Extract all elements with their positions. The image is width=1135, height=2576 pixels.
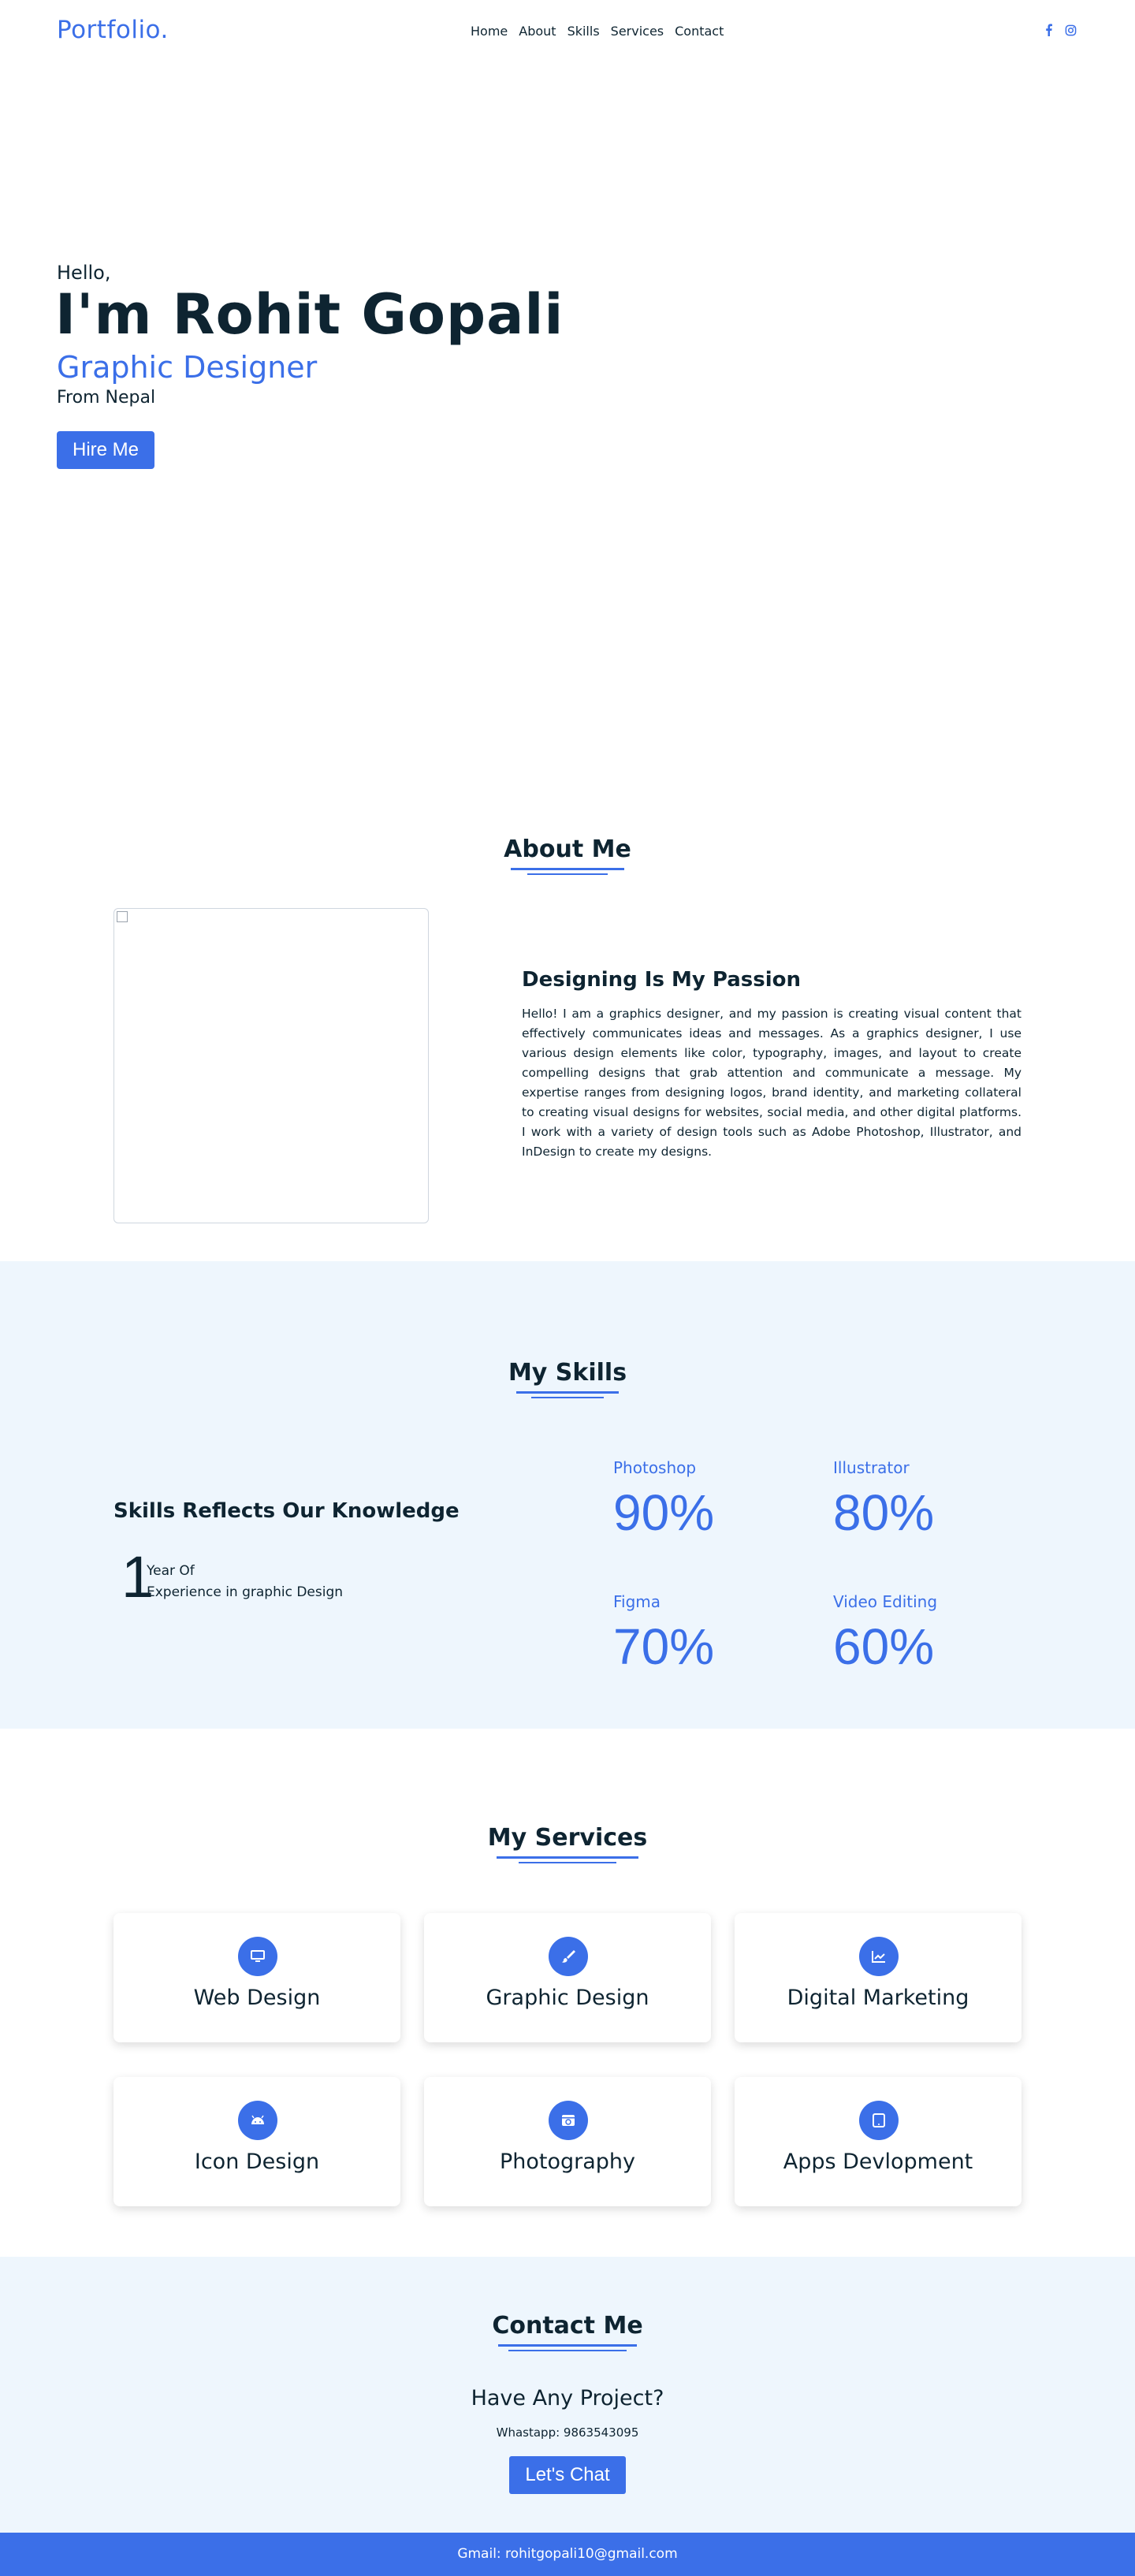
- hero-greeting: Hello,: [57, 262, 111, 284]
- nav-link-skills[interactable]: Skills: [568, 24, 600, 39]
- skill-percent: 70%: [613, 1618, 715, 1675]
- nav-menu: Home About Skills Services Contact: [471, 24, 724, 39]
- service-label: Photography: [499, 2150, 636, 2174]
- skill-item: Illustrator 80%: [833, 1458, 934, 1542]
- service-card-apps-development[interactable]: Apps Devlopment: [735, 2077, 1022, 2206]
- chart-line-icon: [859, 1937, 899, 1976]
- social-links: [1042, 23, 1077, 37]
- facebook-icon[interactable]: [1042, 23, 1055, 37]
- skill-name: Figma: [613, 1592, 661, 1611]
- about-heading: Designing Is My Passion: [522, 968, 802, 992]
- footer-email[interactable]: Gmail: rohitgopali10@gmail.com: [457, 2546, 677, 2562]
- title-underline: [511, 868, 624, 870]
- nav-link-contact[interactable]: Contact: [675, 24, 724, 39]
- experience-line-2: Experience in graphic Design: [147, 1584, 344, 1600]
- service-label: Icon Design: [194, 2150, 320, 2174]
- services-section: My Services Web Design Graphic Design Di…: [0, 1729, 1135, 2257]
- service-label: Web Design: [193, 1986, 321, 2010]
- skill-name: Video Editing: [833, 1592, 938, 1611]
- service-card-digital-marketing[interactable]: Digital Marketing: [735, 1913, 1022, 2042]
- nav-link-about[interactable]: About: [519, 24, 556, 39]
- experience-line-1: Year Of: [147, 1563, 195, 1579]
- contact-title-wrap: Contact Me: [0, 2312, 1135, 2351]
- contact-title: Contact Me: [492, 2312, 643, 2340]
- skill-name: Illustrator: [833, 1458, 910, 1477]
- title-underline-short: [508, 2350, 627, 2351]
- site-logo[interactable]: Portfolio.: [57, 16, 169, 44]
- nav-link-home[interactable]: Home: [471, 24, 508, 39]
- service-card-icon-design[interactable]: Icon Design: [114, 2077, 400, 2206]
- about-description: Hello! I am a graphics designer, and my …: [522, 1007, 1022, 1159]
- title-underline: [516, 1391, 619, 1394]
- tablet-icon: [859, 2101, 899, 2140]
- instagram-icon[interactable]: [1064, 23, 1077, 37]
- title-underline: [498, 2344, 637, 2347]
- skill-item: Video Editing 60%: [833, 1592, 937, 1676]
- skill-name: Photoshop: [613, 1458, 697, 1477]
- hero-section: Hello, I'm Rohit Gopali Graphic Designer…: [0, 63, 1135, 747]
- profile-image: [114, 908, 429, 1223]
- nav-link-services[interactable]: Services: [611, 24, 664, 39]
- services-title-wrap: My Services: [0, 1824, 1135, 1863]
- service-label: Graphic Design: [486, 1986, 649, 2010]
- skills-section: My Skills Skills Reflects Our Knowledge …: [0, 1261, 1135, 1729]
- service-card-photography[interactable]: Photography: [424, 2077, 711, 2206]
- lets-chat-button[interactable]: Let's Chat: [509, 2456, 626, 2494]
- skills-title: My Skills: [508, 1359, 627, 1387]
- camera-icon: [549, 2101, 588, 2140]
- skill-item: Photoshop 90%: [613, 1458, 714, 1542]
- android-icon: [238, 2101, 277, 2140]
- experience-text: Year Of Experience in graphic Design: [147, 1561, 343, 1603]
- service-label: Digital Marketing: [787, 1986, 969, 2010]
- about-section: About Me Designing Is My Passion Hello! …: [0, 747, 1135, 1261]
- navbar: Portfolio. Home About Skills Services Co…: [0, 0, 1135, 63]
- hero-name: I'm Rohit Gopali: [55, 282, 564, 347]
- title-underline-short: [531, 1397, 604, 1398]
- paintbrush-icon: [549, 1937, 588, 1976]
- footer: Gmail: rohitgopali10@gmail.com: [0, 2533, 1135, 2576]
- skill-percent: 90%: [613, 1484, 715, 1541]
- title-underline-short: [519, 1862, 616, 1863]
- about-title: About Me: [504, 836, 631, 863]
- skill-percent: 80%: [833, 1484, 935, 1541]
- services-title: My Services: [487, 1824, 648, 1852]
- hire-me-button[interactable]: Hire Me: [57, 431, 154, 469]
- broken-image-icon: [117, 911, 128, 922]
- contact-section: Contact Me Have Any Project? Whastapp: 9…: [0, 2257, 1135, 2533]
- contact-heading: Have Any Project?: [471, 2386, 664, 2410]
- title-underline: [497, 1856, 638, 1859]
- skills-title-wrap: My Skills: [0, 1359, 1135, 1398]
- skills-heading: Skills Reflects Our Knowledge: [114, 1499, 460, 1523]
- skill-percent: 60%: [833, 1618, 935, 1675]
- service-card-web-design[interactable]: Web Design: [114, 1913, 400, 2042]
- hero-role: Graphic Designer: [57, 350, 318, 385]
- hero-location: From Nepal: [57, 388, 156, 408]
- about-title-wrap: About Me: [0, 836, 1135, 875]
- title-underline-short: [527, 873, 608, 875]
- service-label: Apps Devlopment: [783, 2150, 973, 2174]
- desktop-icon: [238, 1937, 277, 1976]
- whatsapp-number: Whastapp: 9863543095: [496, 2425, 639, 2440]
- skill-item: Figma 70%: [613, 1592, 714, 1676]
- service-card-graphic-design[interactable]: Graphic Design: [424, 1913, 711, 2042]
